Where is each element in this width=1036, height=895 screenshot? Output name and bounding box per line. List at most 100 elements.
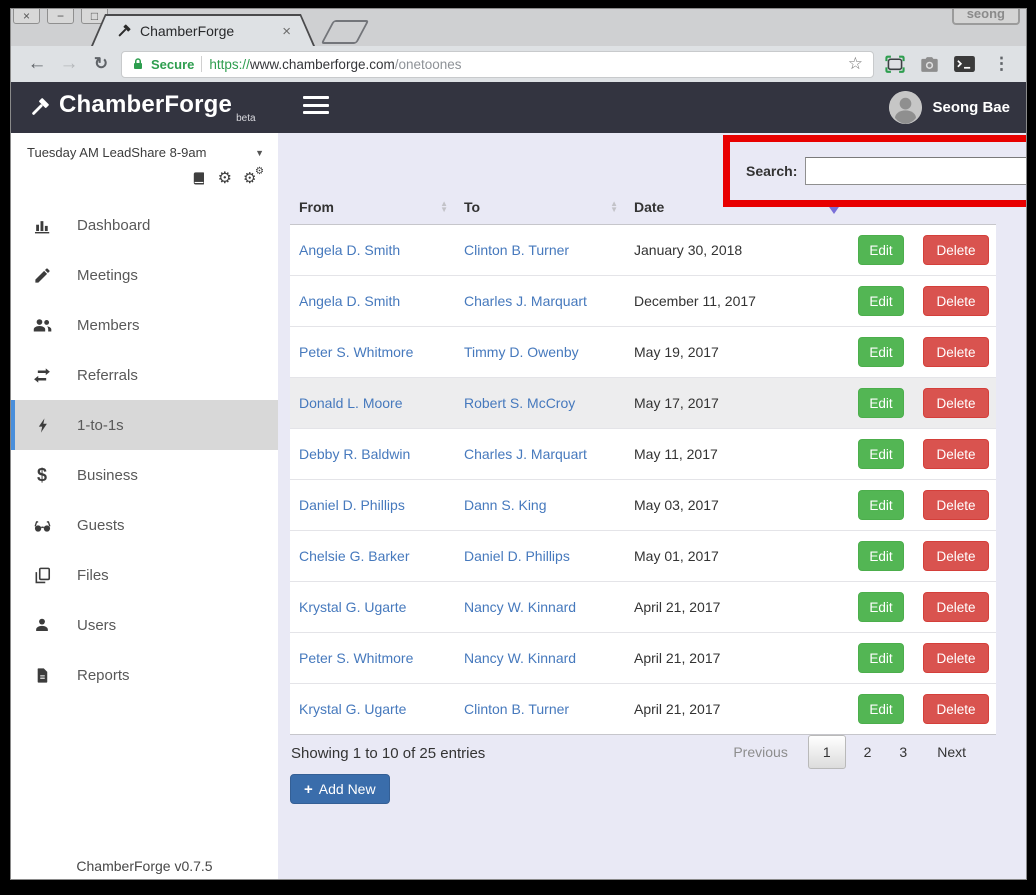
edit-button[interactable]: Edit — [858, 439, 904, 469]
terminal-extension-icon[interactable] — [953, 55, 976, 73]
hamburger-menu-icon[interactable] — [303, 96, 329, 114]
to-link[interactable]: Daniel D. Phillips — [464, 548, 634, 564]
app-header: ChamberForge beta Seong Bae — [11, 82, 1026, 133]
from-link[interactable]: Daniel D. Phillips — [299, 497, 464, 513]
from-link[interactable]: Donald L. Moore — [299, 395, 464, 411]
delete-button[interactable]: Delete — [923, 592, 989, 622]
delete-button[interactable]: Delete — [923, 286, 989, 316]
url-host: www.chamberforge.com — [250, 57, 395, 72]
edit-button[interactable]: Edit — [858, 388, 904, 418]
delete-button[interactable]: Delete — [923, 694, 989, 724]
edit-button[interactable]: Edit — [858, 337, 904, 367]
sidebar-item-1-to-1s[interactable]: 1-to-1s — [11, 400, 278, 450]
edit-button[interactable]: Edit — [858, 490, 904, 520]
extension-icons: ⋮ — [884, 54, 1016, 75]
sidebar-item-guests[interactable]: Guests — [11, 500, 278, 550]
chapter-selector[interactable]: Tuesday AM LeadShare 8-9am ▼ — [11, 133, 278, 160]
delete-button[interactable]: Delete — [923, 439, 989, 469]
pagination-page-1[interactable]: 1 — [808, 735, 846, 769]
sidebar-item-reports[interactable]: Reports — [11, 650, 278, 700]
date-cell: April 21, 2017 — [634, 599, 858, 615]
pagination-page-2[interactable]: 2 — [850, 736, 886, 768]
brand[interactable]: ChamberForge beta — [59, 91, 256, 124]
url-path: /onetoones — [395, 57, 462, 72]
to-link[interactable]: Dann S. King — [464, 497, 634, 513]
back-icon[interactable]: ← — [21, 53, 53, 75]
address-bar[interactable]: Secure https://www.chamberforge.com/onet… — [121, 51, 874, 78]
sidebar-item-members[interactable]: Members — [11, 300, 278, 350]
from-link[interactable]: Angela D. Smith — [299, 293, 464, 309]
brand-beta-tag: beta — [236, 113, 255, 124]
delete-button[interactable]: Delete — [923, 643, 989, 673]
plus-icon: + — [304, 781, 313, 798]
to-link[interactable]: Robert S. McCroy — [464, 395, 634, 411]
to-link[interactable]: Charles J. Marquart — [464, 293, 634, 309]
sidebar-item-dashboard[interactable]: Dashboard — [11, 200, 278, 250]
edit-button[interactable]: Edit — [858, 643, 904, 673]
sidebar-item-files[interactable]: Files — [11, 550, 278, 600]
edit-button[interactable]: Edit — [858, 592, 904, 622]
tab-close-icon[interactable]: × — [282, 23, 291, 40]
to-link[interactable]: Nancy W. Kinnard — [464, 650, 634, 666]
document-icon — [29, 666, 55, 685]
date-cell: December 11, 2017 — [634, 293, 858, 309]
search-input[interactable] — [805, 157, 1027, 185]
chevron-down-icon: ▼ — [255, 148, 264, 158]
from-link[interactable]: Peter S. Whitmore — [299, 650, 464, 666]
to-link[interactable]: Clinton B. Turner — [464, 701, 634, 717]
column-header-from[interactable]: From ▲▼ — [299, 199, 464, 215]
edit-button[interactable]: Edit — [858, 235, 904, 265]
window-controls: × − □ — [13, 8, 108, 24]
delete-button[interactable]: Delete — [923, 490, 989, 520]
from-link[interactable]: Krystal G. Ugarte — [299, 701, 464, 717]
date-cell: May 03, 2017 — [634, 497, 858, 513]
user-menu[interactable]: Seong Bae — [889, 91, 1010, 124]
window-minimize-button[interactable]: − — [47, 8, 74, 24]
edit-button[interactable]: Edit — [858, 694, 904, 724]
sidebar-item-business[interactable]: $ Business — [11, 450, 278, 500]
from-link[interactable]: Krystal G. Ugarte — [299, 599, 464, 615]
edit-button[interactable]: Edit — [858, 286, 904, 316]
delete-button[interactable]: Delete — [923, 388, 989, 418]
from-link[interactable]: Peter S. Whitmore — [299, 344, 464, 360]
camera-extension-icon[interactable] — [919, 55, 940, 74]
url-separator — [201, 56, 202, 72]
sidebar-item-referrals[interactable]: Referrals — [11, 350, 278, 400]
pagination-page-3[interactable]: 3 — [885, 736, 921, 768]
delete-button[interactable]: Delete — [923, 541, 989, 571]
delete-button[interactable]: Delete — [923, 337, 989, 367]
secure-label[interactable]: Secure — [151, 57, 194, 72]
sort-arrows-icon[interactable]: ▲▼ — [610, 201, 618, 213]
date-cell: May 17, 2017 — [634, 395, 858, 411]
from-link[interactable]: Debby R. Baldwin — [299, 446, 464, 462]
sidebar-item-meetings[interactable]: Meetings — [11, 250, 278, 300]
to-link[interactable]: Clinton B. Turner — [464, 242, 634, 258]
to-link[interactable]: Timmy D. Owenby — [464, 344, 634, 360]
bookmark-star-icon[interactable]: ☆ — [848, 54, 863, 74]
to-link[interactable]: Nancy W. Kinnard — [464, 599, 634, 615]
to-link[interactable]: Charles J. Marquart — [464, 446, 634, 462]
sort-arrows-icon[interactable]: ▲▼ — [440, 201, 448, 213]
url-text[interactable]: https://www.chamberforge.com/onetoones — [209, 57, 461, 72]
reload-icon[interactable]: ↻ — [85, 54, 117, 74]
date-cell: April 21, 2017 — [634, 650, 858, 666]
column-header-to[interactable]: To ▲▼ — [464, 199, 634, 215]
from-link[interactable]: Chelsie G. Barker — [299, 548, 464, 564]
edit-button[interactable]: Edit — [858, 541, 904, 571]
from-link[interactable]: Angela D. Smith — [299, 242, 464, 258]
browser-menu-icon[interactable]: ⋮ — [989, 54, 1014, 74]
delete-button[interactable]: Delete — [923, 235, 989, 265]
pagination-previous[interactable]: Previous — [717, 744, 803, 760]
screen-capture-extension-icon[interactable] — [884, 54, 906, 75]
window-close-button[interactable]: × — [13, 8, 40, 24]
new-tab-button[interactable] — [321, 20, 370, 44]
gear-icon[interactable]: ⚙ — [218, 171, 232, 187]
url-scheme: https:// — [209, 57, 250, 72]
browser-tab[interactable]: ChamberForge × — [93, 16, 313, 46]
book-icon[interactable] — [191, 171, 207, 187]
forward-icon[interactable]: → — [53, 53, 85, 75]
add-new-button[interactable]: + Add New — [290, 774, 390, 804]
gears-icon[interactable]: ⚙⚙ — [243, 170, 263, 187]
sidebar-item-users[interactable]: Users — [11, 600, 278, 650]
pagination-next[interactable]: Next — [921, 744, 982, 760]
